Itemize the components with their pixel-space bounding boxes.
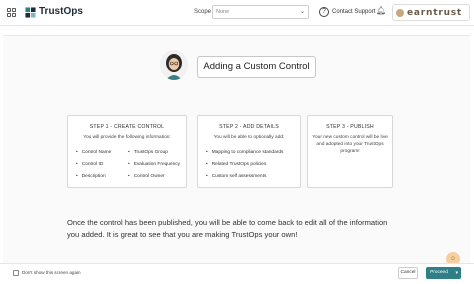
scope-select[interactable]: None ⌄ [212,5,309,19]
list-item: Mapping to compliance standards [206,147,284,159]
step-3-card: STEP 3 - PUBLISH Your new custom control… [307,115,393,188]
modal-title: Adding a Custom Control [197,56,316,78]
scope-value: None [216,9,230,15]
list-item: Control Name [76,147,112,159]
brand-name: TrustOps [39,6,83,17]
step-description: You will provide the following informati… [83,135,171,140]
list-item: Custom self assessments [206,171,283,183]
account-avatar-icon [396,9,404,17]
support-icon[interactable]: ? [319,7,329,17]
trustops-logo-icon [25,7,36,18]
step-1-card: STEP 1 - CREATE CONTROL You will provide… [67,115,187,188]
proceed-label: Proceed [430,270,448,275]
step-1-list-left: Control Name Control ID Description [76,147,112,183]
contact-support-link[interactable]: Contact Support [332,9,375,15]
account-switcher[interactable]: earntrust [392,4,470,21]
step-1-list-right: TrustOps Group Evaluation Frequency Cont… [128,147,180,183]
list-item: Control ID [76,159,111,171]
list-item: Description [76,171,111,183]
chevron-down-icon[interactable]: ▾ [455,267,458,279]
step-2-list: Mapping to compliance standards Related … [206,147,284,183]
step-title: STEP 3 - PUBLISH [326,124,374,130]
step-description: You will be able to optionally add: [213,135,285,140]
step-title: STEP 2 - ADD DETAILS [219,124,279,130]
cancel-button[interactable]: Cancel [398,267,418,279]
step-title: STEP 1 - CREATE CONTROL [89,124,165,130]
modal-footer: Don't show this screen again Cancel Proc… [0,263,474,284]
app-grid-icon[interactable] [7,8,17,18]
bell-icon[interactable]: 🔔︎ [376,6,386,15]
list-item: TrustOps Group [128,147,180,159]
step-2-card: STEP 2 - ADD DETAILS You will be able to… [197,115,301,188]
assistant-avatar [160,50,188,80]
woman-with-glasses-icon [166,54,182,80]
proceed-button[interactable]: Proceed ▾ [426,267,461,279]
list-item: Control Owner [128,171,180,183]
account-name: earntrust [407,8,463,18]
chevron-down-icon: ⌄ [299,9,305,15]
closing-message: Once the control has been published, you… [67,218,388,239]
scope-label: Scope [194,9,212,15]
dont-show-checkbox[interactable] [13,270,19,276]
dont-show-label: Don't show this screen again [22,270,81,275]
list-item: Evaluation Frequency [128,159,180,171]
list-item: Related TrustOps policies [206,159,283,171]
top-header: TrustOps Scope None ⌄ ? Contact Support … [0,0,474,26]
step-description: Your new custom control will be live and… [312,135,388,154]
